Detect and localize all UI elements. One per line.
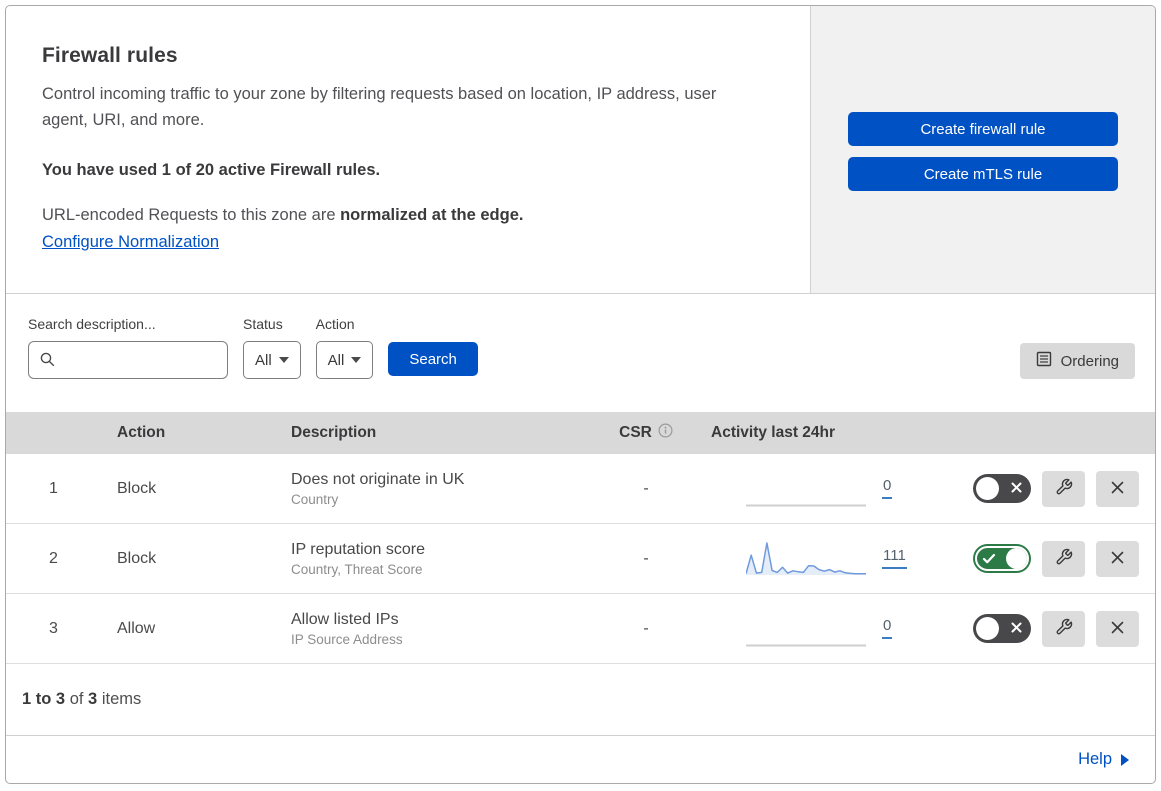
- search-icon: [39, 351, 56, 373]
- wrench-icon: [1055, 548, 1073, 569]
- chevron-down-icon: [351, 357, 362, 363]
- rule-csr: -: [643, 619, 649, 637]
- create-firewall-rule-button[interactable]: Create firewall rule: [848, 112, 1118, 146]
- rule-enabled-toggle[interactable]: [973, 474, 1031, 503]
- activity-sparkline: [746, 540, 866, 578]
- wrench-icon: [1055, 478, 1073, 499]
- close-icon: [1110, 620, 1125, 638]
- edit-rule-button[interactable]: [1042, 540, 1085, 577]
- normalization-text-normal: URL-encoded Requests to this zone are: [42, 206, 341, 225]
- action-dropdown-value: All: [327, 351, 345, 369]
- toggle-knob: [1006, 548, 1027, 569]
- close-icon: [1110, 550, 1125, 568]
- activity-sparkline: [746, 470, 866, 508]
- rule-description: IP reputation score: [291, 540, 426, 558]
- delete-rule-button[interactable]: [1096, 610, 1139, 647]
- page-description: Control incoming traffic to your zone by…: [42, 85, 717, 129]
- rule-criteria: IP Source Address: [291, 631, 403, 647]
- rule-criteria: Country: [291, 491, 339, 507]
- help-bar: Help: [6, 736, 1155, 783]
- action-filter-group: Action All: [315, 316, 374, 379]
- search-group: Search description...: [28, 316, 228, 379]
- rule-enabled-toggle[interactable]: [973, 544, 1031, 573]
- rule-action: Block: [117, 549, 157, 567]
- search-label: Search description...: [28, 316, 156, 332]
- normalization-text-bold: normalized at the edge.: [340, 206, 524, 225]
- activity-count-link[interactable]: 0: [882, 618, 893, 639]
- firewall-rules-panel: Firewall rules Control incoming traffic …: [5, 5, 1156, 784]
- toggle-knob: [976, 617, 999, 640]
- usage-notice: You have used 1 of 20 active Firewall ru…: [42, 161, 381, 180]
- rule-description: Does not originate in UK: [291, 470, 465, 488]
- search-input[interactable]: [28, 341, 228, 379]
- column-header-description: Description: [291, 424, 377, 441]
- edit-rule-button[interactable]: [1042, 610, 1085, 647]
- column-header-csr: CSR: [619, 424, 652, 441]
- ordering-button-label: Ordering: [1060, 352, 1119, 370]
- edit-rule-button[interactable]: [1042, 470, 1085, 507]
- header-section: Firewall rules Control incoming traffic …: [6, 6, 1155, 294]
- pagination-range: 1 to 3: [22, 690, 66, 708]
- action-label: Action: [315, 316, 355, 332]
- column-header-action: Action: [117, 424, 166, 441]
- delete-rule-button[interactable]: [1096, 540, 1139, 577]
- create-mtls-rule-button[interactable]: Create mTLS rule: [848, 157, 1118, 191]
- wrench-icon: [1055, 618, 1073, 639]
- toggle-knob: [976, 477, 999, 500]
- pagination-total: 3: [88, 690, 98, 708]
- action-dropdown[interactable]: All: [315, 341, 374, 379]
- activity-count-link[interactable]: 0: [882, 478, 893, 499]
- actions-panel: Create firewall rule Create mTLS rule: [810, 6, 1155, 293]
- page-title: Firewall rules: [42, 44, 178, 67]
- search-button[interactable]: Search: [388, 342, 478, 376]
- status-label: Status: [243, 316, 283, 332]
- activity-count-link[interactable]: 111: [882, 548, 907, 569]
- help-link[interactable]: Help: [1078, 750, 1112, 769]
- toggle-check-icon: [982, 552, 996, 568]
- help-arrow-icon: [1121, 753, 1129, 766]
- configure-normalization-link[interactable]: Configure Normalization: [42, 233, 219, 252]
- rule-csr: -: [643, 549, 649, 567]
- rule-action: Block: [117, 479, 157, 497]
- rule-description: Allow listed IPs: [291, 610, 399, 628]
- toggle-x-icon: [1010, 481, 1023, 497]
- status-dropdown[interactable]: All: [243, 341, 301, 379]
- rule-csr: -: [643, 479, 649, 497]
- delete-rule-button[interactable]: [1096, 470, 1139, 507]
- header-text-block: Firewall rules Control incoming traffic …: [6, 6, 810, 293]
- pagination-summary: 1 to 3 of 3 items: [6, 664, 1155, 736]
- rule-criteria: Country, Threat Score: [291, 561, 423, 577]
- ordering-list-icon: [1036, 351, 1052, 371]
- status-dropdown-value: All: [255, 351, 272, 369]
- table-row: 1 Block Does not originate in UK Country…: [6, 454, 1155, 524]
- chevron-down-icon: [278, 357, 289, 363]
- table-row: 2 Block IP reputation score Country, Thr…: [6, 524, 1155, 594]
- table-header: Action Description CSR Activity last 24h…: [6, 412, 1155, 454]
- activity-sparkline: [746, 610, 866, 648]
- rule-priority: 1: [49, 479, 58, 497]
- ordering-button[interactable]: Ordering: [1019, 343, 1135, 379]
- normalization-text: URL-encoded Requests to this zone are no…: [42, 206, 770, 225]
- close-icon: [1110, 480, 1125, 498]
- rule-action: Allow: [117, 619, 156, 637]
- info-icon[interactable]: [658, 423, 673, 443]
- rule-enabled-toggle[interactable]: [973, 614, 1031, 643]
- rule-priority: 2: [49, 549, 58, 567]
- filter-bar: Search description... Status All Action …: [6, 294, 1155, 412]
- rule-priority: 3: [49, 619, 58, 637]
- pagination-items: items: [97, 690, 142, 708]
- column-header-activity: Activity last 24hr: [711, 424, 836, 441]
- table-row: 3 Allow Allow listed IPs IP Source Addre…: [6, 594, 1155, 664]
- pagination-of: of: [65, 690, 89, 708]
- toggle-x-icon: [1010, 621, 1023, 637]
- status-filter-group: Status All: [243, 316, 301, 379]
